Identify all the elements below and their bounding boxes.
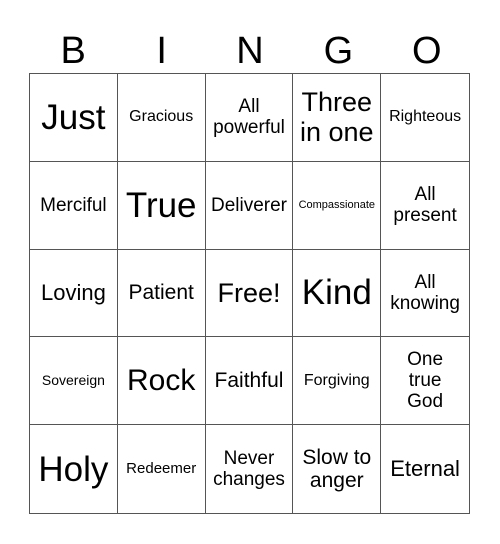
- header-letter-b: B: [60, 30, 86, 72]
- bingo-cell[interactable]: Loving: [30, 249, 118, 338]
- bingo-cell[interactable]: Redeemer: [118, 425, 206, 513]
- bingo-cell[interactable]: Just: [30, 74, 118, 162]
- bingo-header: B I N G O: [29, 30, 471, 72]
- bingo-grid: Just Gracious All powerful Three in one …: [29, 73, 470, 514]
- bingo-cell[interactable]: All powerful: [205, 74, 294, 162]
- bingo-cell[interactable]: Sovereign: [30, 337, 118, 426]
- bingo-cell[interactable]: Free!: [205, 249, 294, 338]
- header-letter-i: I: [156, 30, 167, 72]
- header-letter-n: N: [236, 30, 264, 72]
- bingo-cell[interactable]: Slow to anger: [293, 425, 382, 513]
- bingo-cell[interactable]: Kind: [293, 249, 382, 338]
- bingo-cell[interactable]: Gracious: [117, 74, 206, 162]
- bingo-cell[interactable]: Patient: [117, 249, 206, 338]
- header-letter-g: G: [323, 30, 354, 72]
- bingo-cell[interactable]: One true God: [381, 337, 469, 426]
- bingo-cell[interactable]: Eternal: [381, 425, 469, 513]
- bingo-cell[interactable]: Three in one: [293, 74, 382, 162]
- bingo-cell[interactable]: Never changes: [206, 425, 294, 513]
- bingo-cell[interactable]: Deliverer: [205, 161, 294, 250]
- bingo-cell[interactable]: Holy: [30, 425, 118, 513]
- bingo-cell[interactable]: All knowing: [381, 250, 469, 338]
- bingo-cell[interactable]: True: [117, 161, 206, 250]
- bingo-cell[interactable]: Merciful: [30, 161, 118, 250]
- bingo-cell[interactable]: Rock: [117, 337, 206, 426]
- bingo-cell[interactable]: Compassionate: [293, 161, 382, 250]
- bingo-cell[interactable]: Faithful: [205, 337, 294, 426]
- bingo-cell[interactable]: Righteous: [381, 74, 469, 162]
- header-letter-o: O: [412, 30, 442, 72]
- bingo-cell[interactable]: All present: [381, 162, 469, 250]
- bingo-cell[interactable]: Forgiving: [293, 337, 382, 426]
